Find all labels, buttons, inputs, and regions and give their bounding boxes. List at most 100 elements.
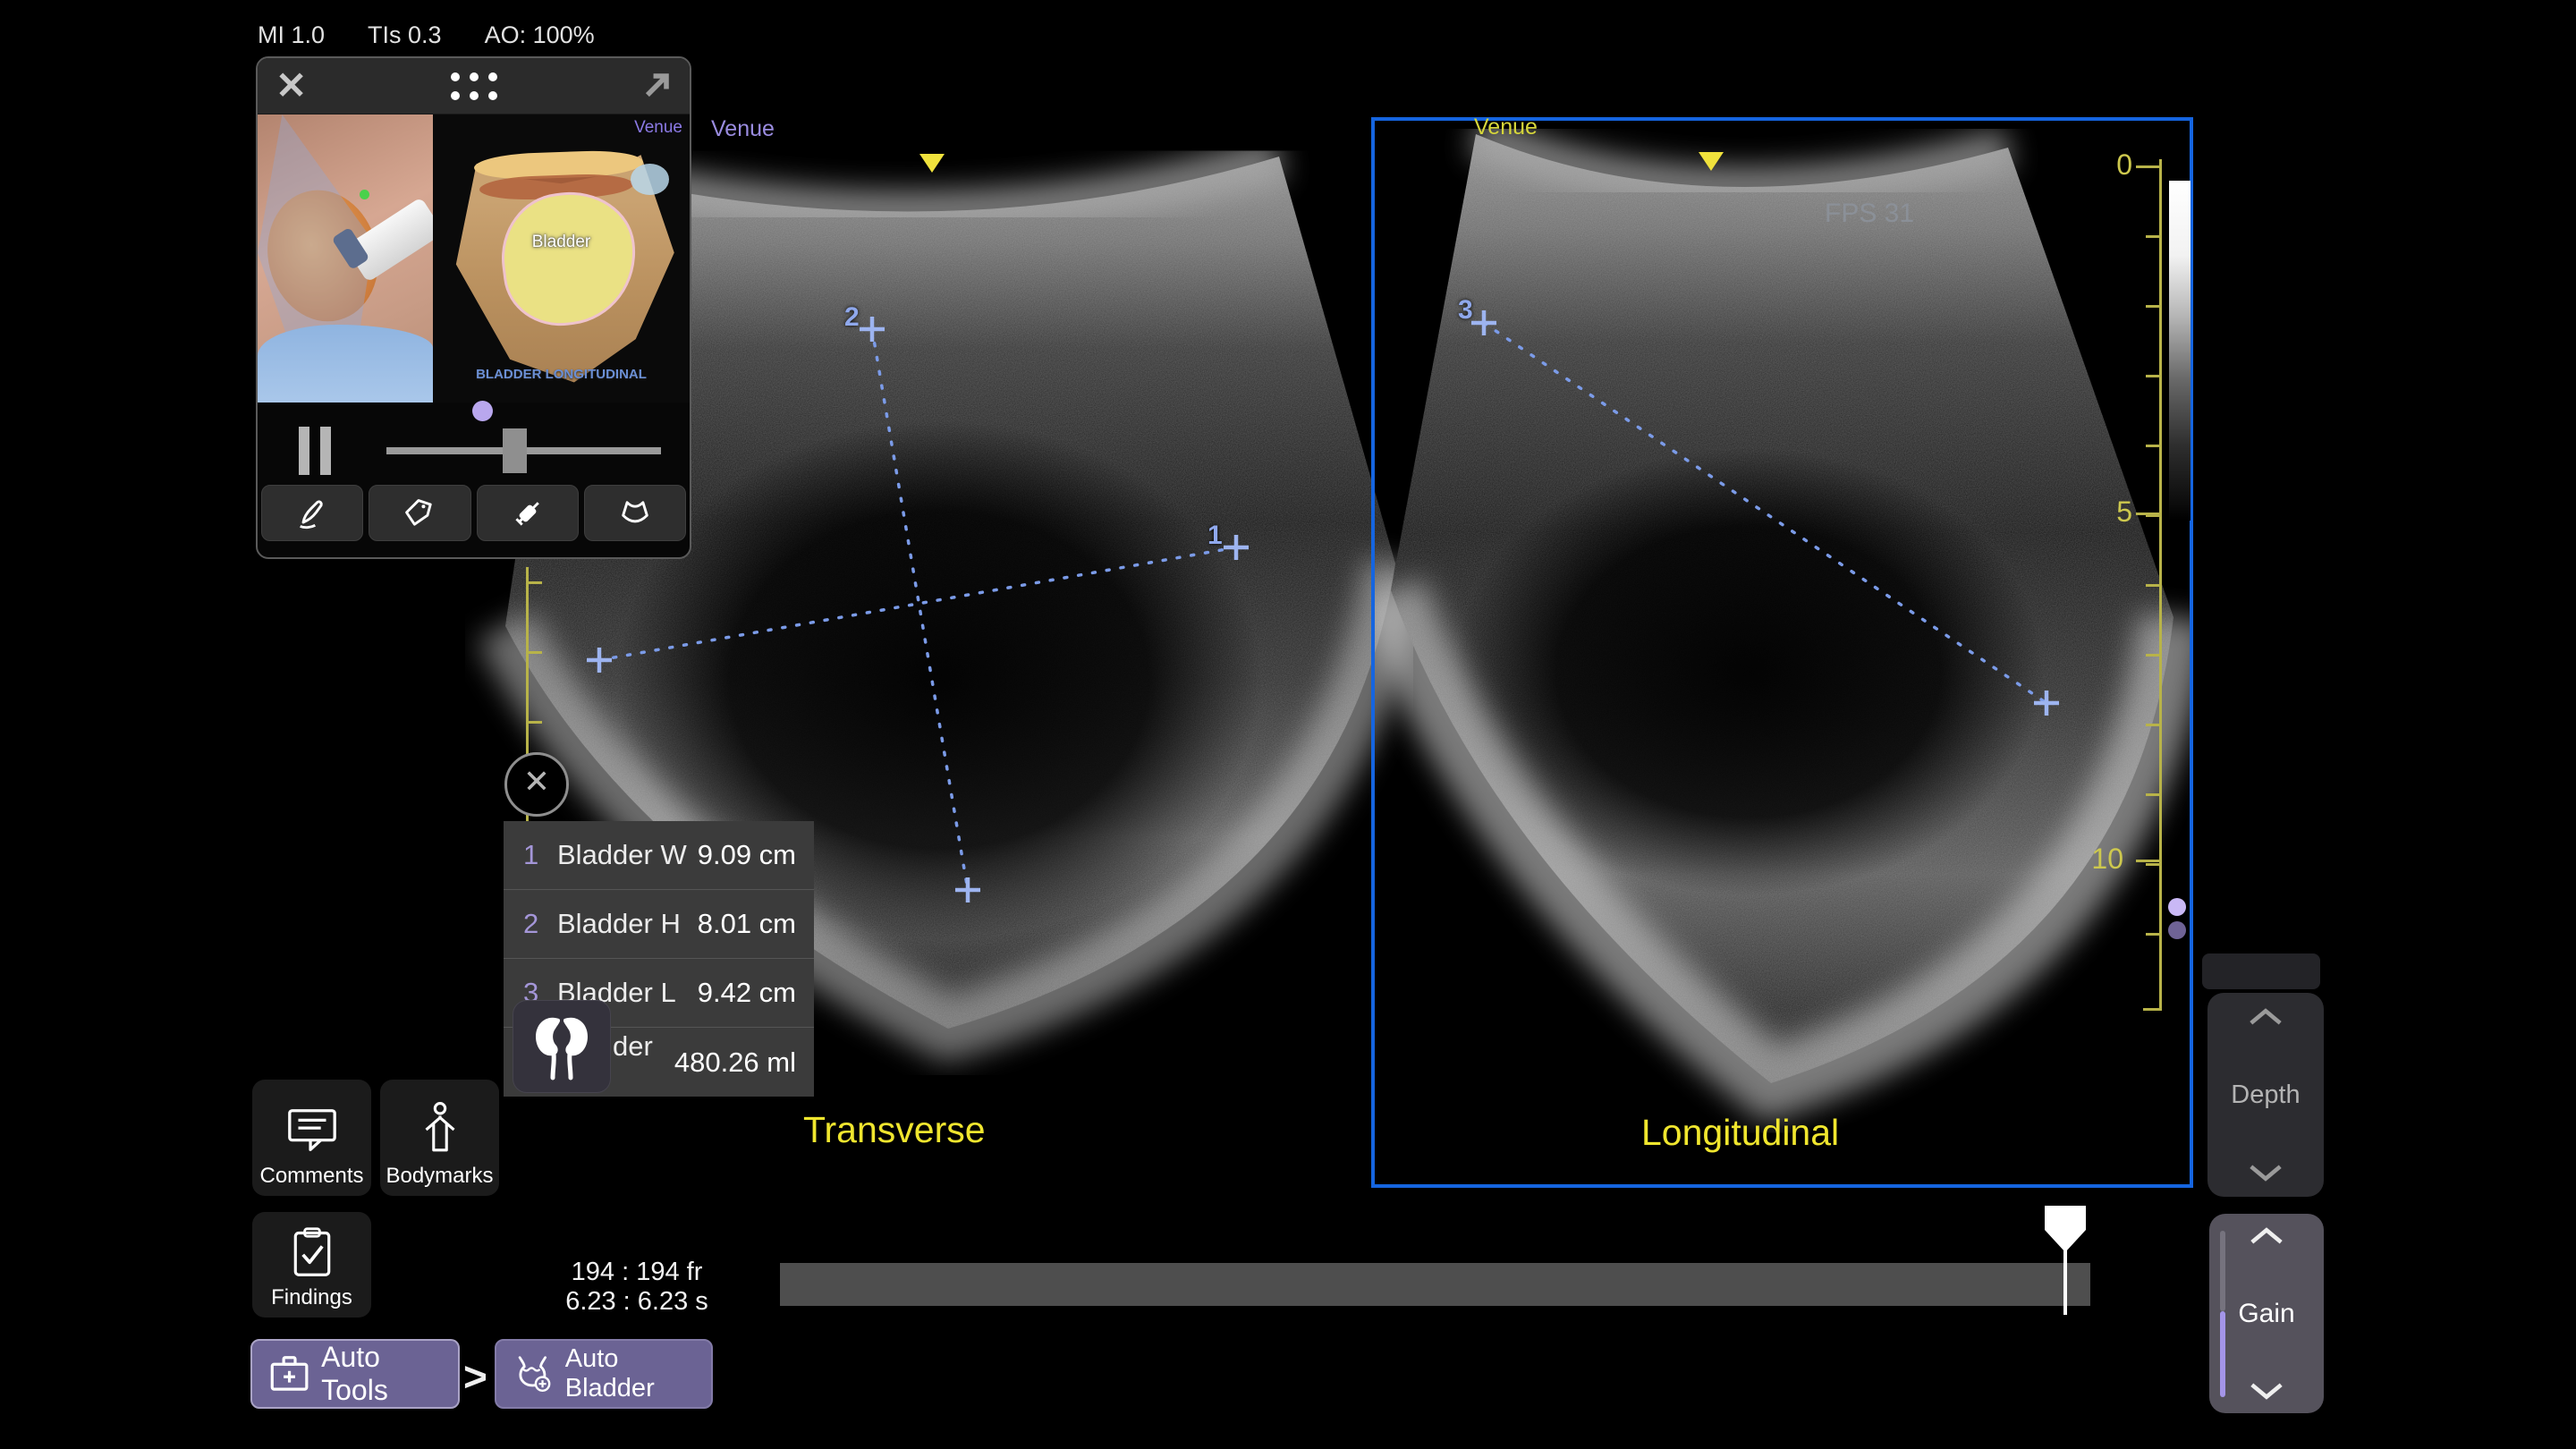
cine-frames: 194 : 194 fr (547, 1258, 726, 1287)
right-depth-ruler-ticks (2146, 235, 2159, 942)
measurement-row-bladder-h[interactable]: 2 Bladder H 8.01 cm (504, 890, 814, 959)
probe-button[interactable] (584, 485, 686, 541)
depth-control: Depth (2207, 993, 2324, 1197)
cine-counter: 194 : 194 fr 6.23 : 6.23 s (547, 1258, 726, 1318)
workflow-chevron: > (463, 1352, 487, 1401)
player-progress-dot (472, 401, 493, 421)
right-ruler-end-bracket (2143, 1008, 2162, 1011)
venue-watermark-left: Venue (711, 116, 775, 142)
illustration-view-label: BLADDER LONGITUDINAL (476, 367, 647, 382)
bodymark-person-icon (415, 1101, 465, 1157)
probe-icon (617, 496, 653, 531)
measurement-label: Bladder W (557, 839, 698, 871)
longitudinal-title: Longitudinal (1641, 1112, 1839, 1154)
gain-level-indicator (2220, 1311, 2225, 1397)
acoustic-status-bar: MI 1.0 TIs 0.3 AO: 100% (258, 21, 595, 49)
right-depth-ruler (2159, 159, 2162, 1011)
pause-icon[interactable] (299, 427, 331, 475)
comments-label: Comments (259, 1164, 363, 1189)
measurement-value: 9.42 cm (698, 977, 814, 1009)
depth-tick-5: 5 (2100, 496, 2132, 529)
mi-value: MI 1.0 (258, 21, 325, 49)
bodymarks-label: Bodymarks (386, 1164, 493, 1189)
gain-level-track (2220, 1231, 2225, 1311)
control-panel-tab[interactable] (2202, 953, 2320, 989)
clear-measurements-button[interactable]: ✕ (504, 752, 569, 817)
gain-increase-chevron-icon[interactable] (2246, 1224, 2287, 1248)
scan-reference-panel: ✕ Bladder (256, 56, 691, 559)
probe-position-illustration (258, 114, 433, 402)
venue-watermark-right: Venue (1474, 114, 1538, 140)
ao-value: AO: 100% (485, 21, 595, 49)
ruler-major-tick-5 (2136, 513, 2159, 515)
caliper-label-2: 2 (844, 302, 860, 333)
reference-panel-header: ✕ (258, 58, 690, 114)
tis-value: TIs 0.3 (368, 21, 442, 49)
measurement-row-bladder-w[interactable]: 1 Bladder W 9.09 cm (504, 821, 814, 890)
kidney-tool-button[interactable] (513, 1000, 611, 1093)
bodymarks-button[interactable]: Bodymarks (380, 1080, 499, 1196)
pen-icon (294, 496, 330, 531)
gain-decrease-chevron-icon[interactable] (2246, 1379, 2287, 1402)
measurement-value: 9.09 cm (698, 839, 814, 871)
transverse-title: Transverse (803, 1109, 986, 1151)
close-icon[interactable]: ✕ (275, 65, 307, 106)
ruler-major-tick-10 (2136, 860, 2159, 862)
auto-tools-label: Auto Tools (321, 1341, 442, 1407)
illustration-bladder-label: Bladder (532, 233, 591, 252)
depth-tick-10: 10 (2091, 843, 2123, 876)
depth-decrease-chevron-icon[interactable] (2245, 1161, 2286, 1184)
cine-playhead-marker[interactable] (2045, 1206, 2086, 1252)
probe-orientation-marker-left (919, 154, 945, 173)
probe-orientation-marker-right (1699, 152, 1724, 171)
cine-seconds: 6.23 : 6.23 s (547, 1287, 726, 1317)
caliper-label-3: 3 (1458, 295, 1473, 326)
cine-playhead-stem (2063, 1249, 2067, 1315)
drag-handle-dots-icon[interactable] (451, 72, 497, 100)
quick-tools-row (258, 483, 690, 543)
grayscale-reference-bar (2169, 181, 2190, 521)
findings-label: Findings (271, 1285, 352, 1310)
depth-label: Depth (2231, 1080, 2300, 1110)
findings-clipboard-icon (290, 1226, 335, 1278)
longitudinal-ultrasound-image[interactable] (1373, 117, 2193, 1188)
auto-tools-kit-icon (268, 1352, 310, 1395)
illustration-orientation-dot (360, 190, 369, 199)
video-scrub-thumb[interactable] (503, 428, 527, 473)
auto-bladder-label: Auto Bladder (565, 1344, 695, 1403)
ruler-major-tick-0 (2136, 165, 2159, 168)
ultrasound-screen: MI 1.0 TIs 0.3 AO: 100% Venue Venue FPS … (0, 0, 2576, 1449)
tag-icon (402, 496, 437, 531)
annotate-button[interactable] (261, 485, 363, 541)
illustration-drape (258, 325, 433, 402)
caliper-label-1: 1 (1208, 521, 1223, 551)
auto-bladder-icon (513, 1351, 555, 1397)
gain-control: Gain (2209, 1214, 2324, 1413)
auto-bladder-button[interactable]: Auto Bladder (495, 1339, 713, 1409)
expand-icon[interactable] (640, 67, 675, 103)
fps-readout: FPS 31 (1825, 199, 1914, 229)
illustration-venue-label: Venue (634, 118, 682, 138)
illustration-bowel-blob (631, 164, 669, 195)
syringe-icon (510, 496, 546, 531)
measurement-label: Bladder H (557, 908, 698, 940)
measurement-value: 8.01 cm (698, 908, 814, 940)
depth-increase-chevron-icon[interactable] (2245, 1005, 2286, 1029)
cine-progress-bar[interactable] (780, 1263, 2090, 1306)
kidney-icon (529, 1010, 595, 1083)
auto-tools-button[interactable]: Auto Tools (250, 1339, 460, 1409)
comments-button[interactable]: Comments (252, 1080, 371, 1196)
focus-marker-bright (2168, 898, 2186, 916)
measurement-index: 2 (504, 908, 557, 940)
reference-thumbnails: Bladder BLADDER LONGITUDINAL Venue (258, 114, 690, 402)
focus-marker-dim (2168, 921, 2186, 939)
label-button[interactable] (369, 485, 470, 541)
measurement-value: 480.26 ml (674, 1046, 814, 1079)
injection-button[interactable] (477, 485, 579, 541)
comments-icon (284, 1105, 340, 1157)
measurement-index: 1 (504, 839, 557, 871)
reference-ultrasound-illustration: Bladder BLADDER LONGITUDINAL Venue (433, 114, 690, 402)
longitudinal-nearfield-band (1476, 134, 2008, 187)
gain-label: Gain (2238, 1299, 2294, 1329)
findings-button[interactable]: Findings (252, 1212, 371, 1318)
